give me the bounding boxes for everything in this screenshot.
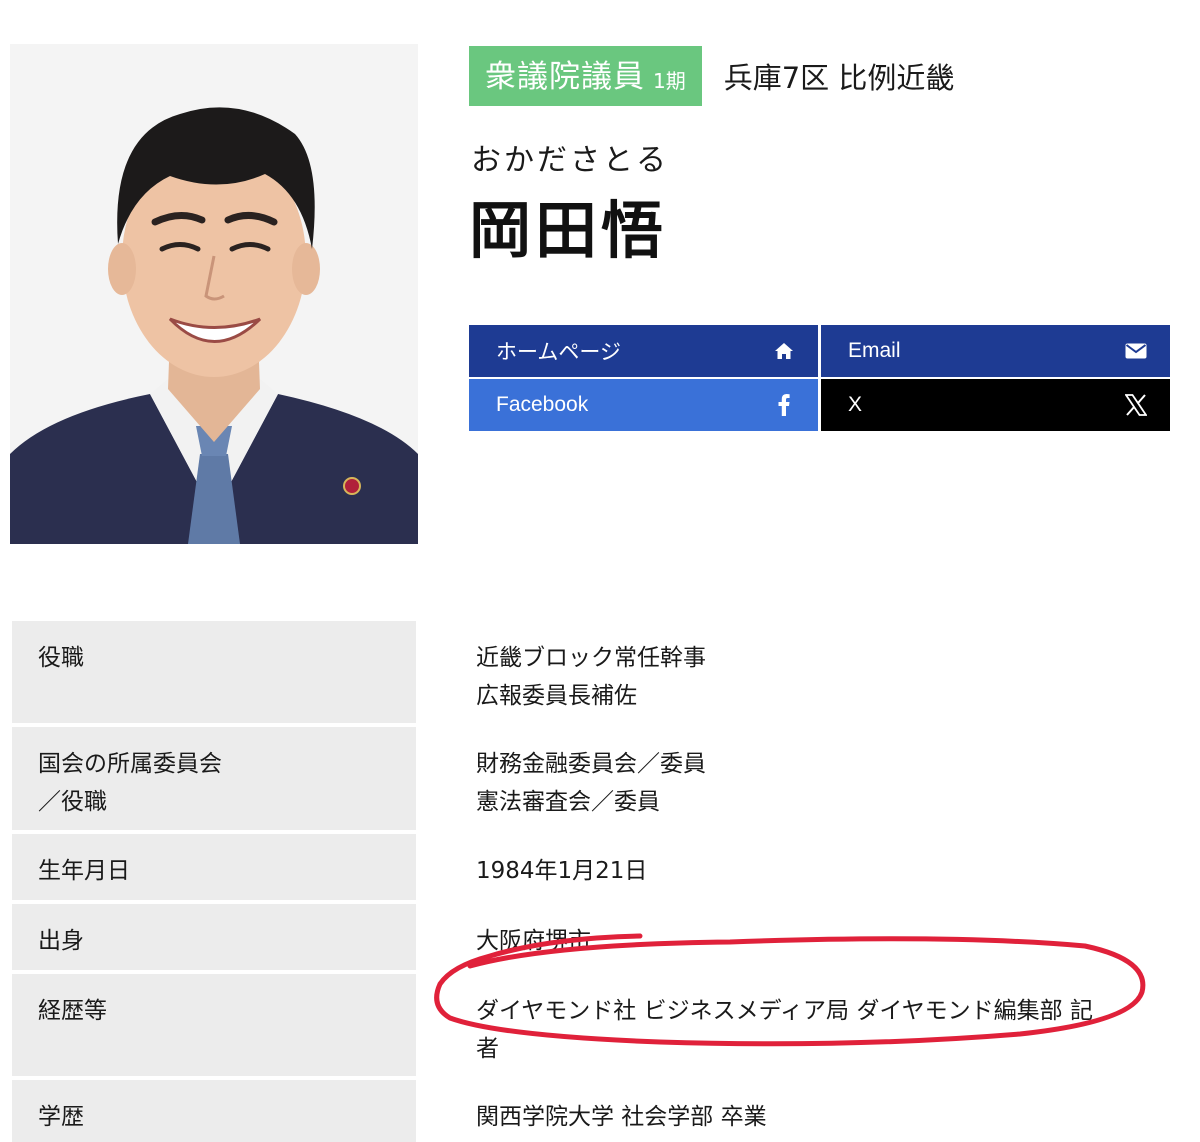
info-value: 財務金融委員会／委員 憲法審査会／委員 — [416, 727, 1182, 830]
info-label: 経歴等 — [12, 974, 416, 1076]
info-label-line: ／役職 — [38, 789, 107, 815]
title-row: 衆議院議員 1期 兵庫7区 比例近畿 — [469, 46, 954, 106]
info-row-career: 経歴等 ダイヤモンド社 ビジネスメディア局 ダイヤモンド編集部 記 者 — [12, 974, 1182, 1080]
info-row-education: 学歴 関西学院大学 社会学部 卒業 — [12, 1080, 1182, 1142]
email-label: Email — [848, 339, 901, 362]
facebook-label: Facebook — [496, 393, 589, 416]
x-logo-icon — [1124, 393, 1148, 417]
info-row-position: 役職 近畿ブロック常任幹事 広報委員長補佐 — [12, 621, 1182, 727]
info-value-line: 近畿ブロック常任幹事 — [476, 645, 706, 671]
info-value-line: 憲法審査会／委員 — [476, 789, 660, 815]
name-kanji: 岡田悟 — [469, 194, 668, 267]
info-row-hometown: 出身 大阪府堺市 — [12, 904, 1182, 974]
info-label: 生年月日 — [12, 834, 416, 900]
term-label: 1期 — [653, 69, 686, 93]
info-value: 近畿ブロック常任幹事 広報委員長補佐 — [416, 621, 1182, 723]
info-value-line: ダイヤモンド社 ビジネスメディア局 ダイヤモンド編集部 記 — [476, 998, 1093, 1024]
info-value: 関西学院大学 社会学部 卒業 — [416, 1080, 1182, 1142]
name-kana: おかださとる — [471, 143, 669, 178]
x-link[interactable]: X — [821, 379, 1170, 431]
chamber-label: 衆議院議員 — [485, 59, 645, 95]
info-label-line: 国会の所属委員会 — [38, 751, 222, 777]
facebook-link[interactable]: Facebook — [469, 379, 818, 431]
info-value-line: 者 — [476, 1036, 499, 1062]
district-label: 兵庫7区 比例近畿 — [723, 61, 955, 95]
x-label: X — [848, 393, 863, 416]
info-label: 役職 — [12, 621, 416, 723]
portrait-photo — [10, 44, 418, 544]
email-link[interactable]: Email — [821, 325, 1170, 377]
info-value-line: 財務金融委員会／委員 — [476, 751, 706, 777]
envelope-icon — [1124, 339, 1148, 363]
info-row-committees: 国会の所属委員会 ／役職 財務金融委員会／委員 憲法審査会／委員 — [12, 727, 1182, 834]
info-value: ダイヤモンド社 ビジネスメディア局 ダイヤモンド編集部 記 者 — [416, 974, 1182, 1076]
chamber-badge: 衆議院議員 1期 — [469, 46, 702, 106]
info-label: 出身 — [12, 904, 416, 970]
profile-info-table: 役職 近畿ブロック常任幹事 広報委員長補佐 国会の所属委員会 ／役職 財務金融委… — [12, 621, 1182, 1142]
home-icon — [772, 339, 796, 363]
info-value-line: 広報委員長補佐 — [476, 683, 637, 709]
info-row-birthdate: 生年月日 1984年1月21日 — [12, 834, 1182, 904]
homepage-label: ホームページ — [496, 341, 621, 364]
info-value-line: 1984年1月21日 — [476, 858, 648, 884]
info-label: 学歴 — [12, 1080, 416, 1142]
info-value: 1984年1月21日 — [416, 834, 1182, 900]
facebook-icon — [772, 393, 796, 417]
info-value-line: 大阪府堺市 — [476, 928, 591, 954]
info-label: 国会の所属委員会 ／役職 — [12, 727, 416, 830]
info-value: 大阪府堺市 — [416, 904, 1182, 970]
info-value-line: 関西学院大学 社会学部 卒業 — [476, 1104, 767, 1130]
social-links: ホームページ Email Facebook X — [469, 325, 1170, 431]
homepage-link[interactable]: ホームページ — [469, 325, 818, 377]
